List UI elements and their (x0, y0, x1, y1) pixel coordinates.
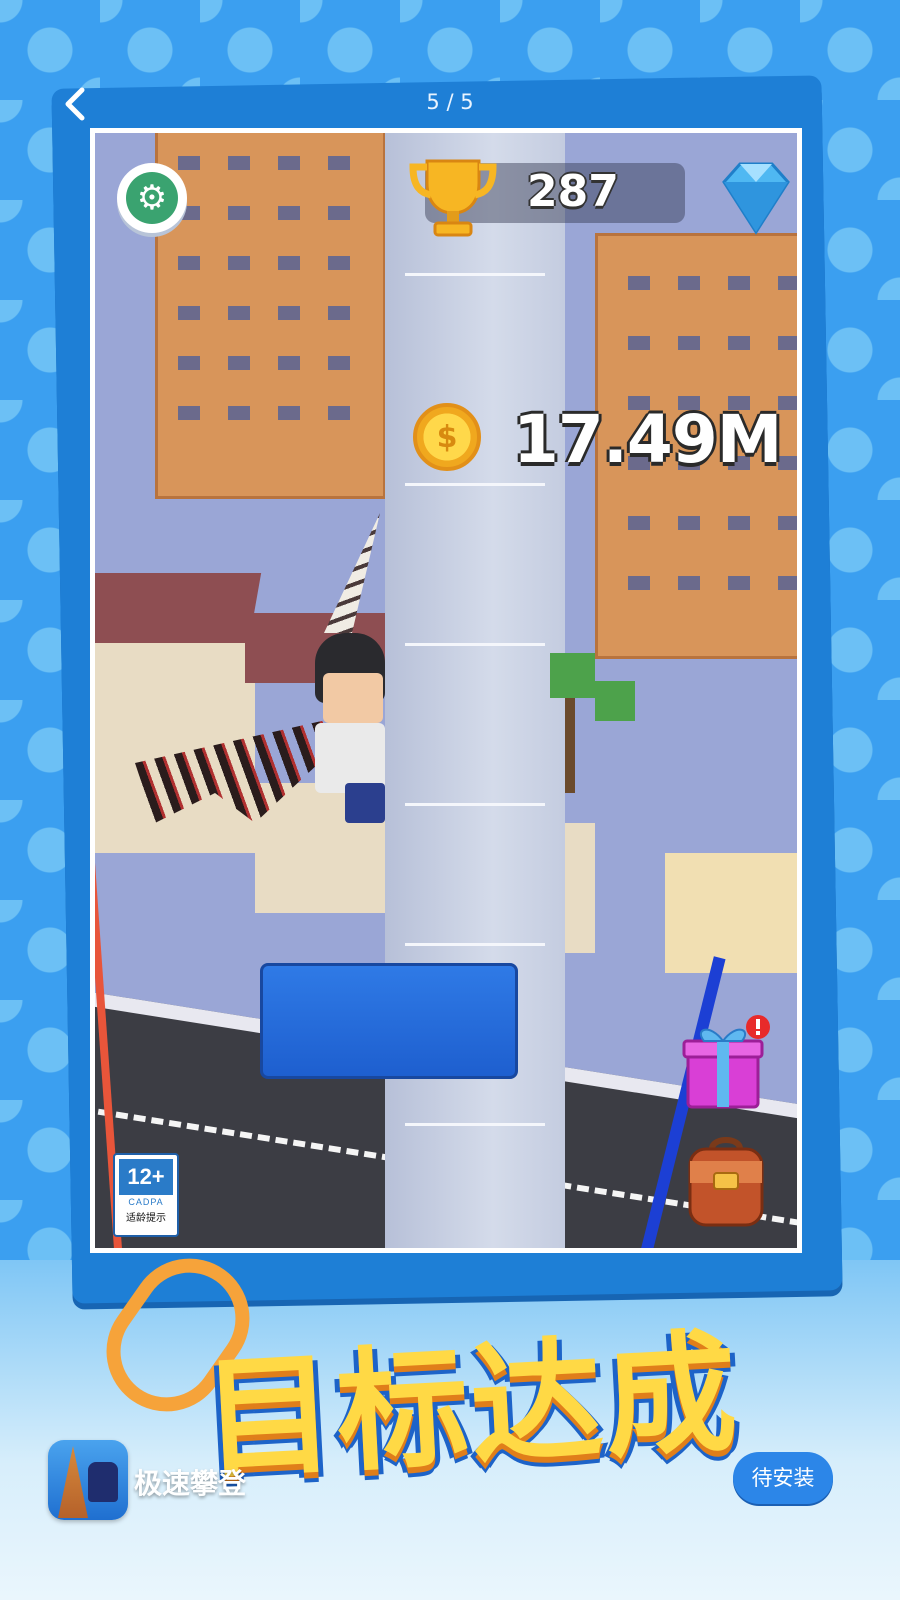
climbing-tower (385, 133, 565, 1248)
house-roof (95, 573, 262, 643)
settings-gear-icon: ⚙ (126, 172, 178, 224)
install-button[interactable]: 待安装 (733, 1452, 833, 1504)
tree-leaves (550, 653, 595, 698)
app-name: 极速攀登 (134, 1467, 247, 1500)
age-rating-org: CADPA (128, 1197, 164, 1207)
coin-balance: 17.49M (513, 401, 782, 478)
trophy-icon (405, 153, 501, 241)
building-left (155, 133, 386, 499)
settings-button[interactable]: ⚙ (117, 163, 187, 233)
shop-building (665, 853, 797, 973)
banner-title: 目标达成 (198, 1316, 743, 1498)
gallery-header: 5 / 5 (40, 78, 860, 128)
age-rating: 12+ (119, 1159, 173, 1195)
age-rating-tip: 适龄提示 (126, 1213, 166, 1224)
trophy-score: 287 (527, 166, 619, 217)
backpack-icon[interactable] (680, 1133, 772, 1229)
coin-icon: $ (413, 403, 481, 471)
page-counter: 5 / 5 (426, 90, 474, 114)
player-character (305, 633, 395, 823)
gift-icon[interactable] (680, 1013, 770, 1113)
app-icon[interactable] (48, 1440, 128, 1520)
tree-leaves (595, 681, 635, 721)
blue-platform-block (260, 963, 518, 1079)
game-screenshot: ⚙ 287 $ 17.49M 12+ CADPA 适龄提示 (90, 128, 802, 1253)
age-rating-badge: 12+ CADPA 适龄提示 (113, 1153, 179, 1237)
diamond-icon (710, 158, 797, 238)
tree (565, 693, 575, 793)
